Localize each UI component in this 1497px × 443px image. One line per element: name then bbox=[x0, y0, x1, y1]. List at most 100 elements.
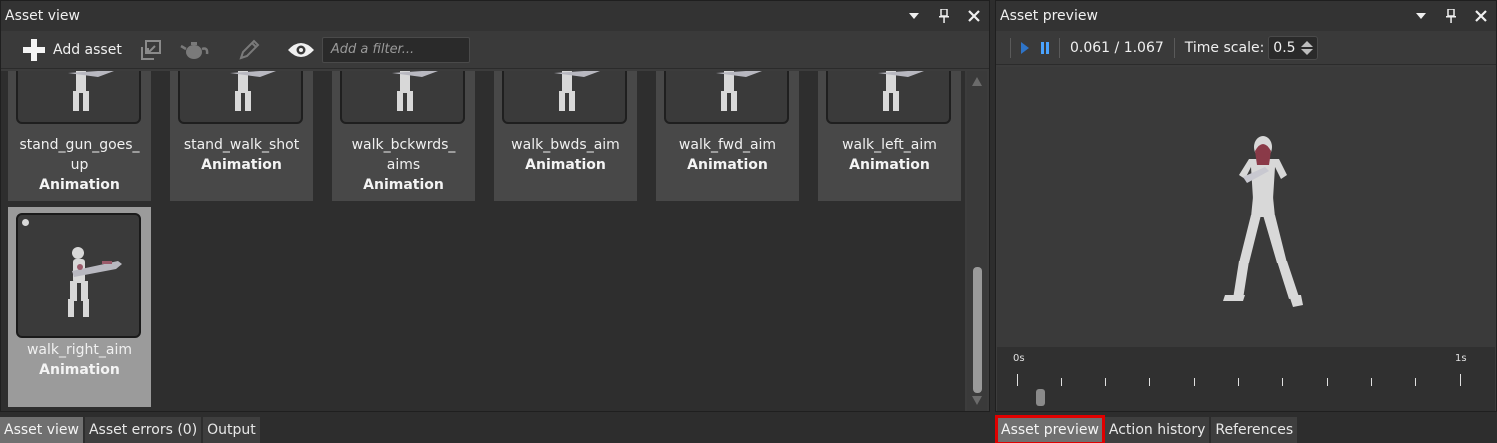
asset-name: walk_left_aim bbox=[842, 137, 937, 153]
timeline-tick bbox=[1061, 378, 1062, 386]
asset-type: Animation bbox=[39, 177, 120, 193]
add-asset-label: Add asset bbox=[53, 41, 122, 58]
scroll-down-arrow-icon[interactable] bbox=[972, 396, 982, 405]
asset-name: walk_fwd_aim bbox=[678, 137, 777, 153]
tab-action-history[interactable]: Action history bbox=[1104, 417, 1210, 443]
separator bbox=[1010, 37, 1011, 58]
character-figure-icon bbox=[878, 71, 924, 111]
character-model-icon bbox=[1223, 136, 1303, 307]
asset-thumbnail bbox=[664, 71, 789, 124]
asset-grid-scrollbar[interactable] bbox=[967, 71, 987, 411]
asset-thumbnail bbox=[826, 71, 951, 124]
tab-asset-view[interactable]: Asset view bbox=[0, 417, 83, 443]
timeline-tick bbox=[1415, 378, 1416, 386]
pause-icon[interactable] bbox=[1041, 41, 1049, 54]
timeline-tick bbox=[1194, 378, 1195, 386]
asset-card[interactable]: walk_fwd_aim Animation bbox=[656, 71, 799, 201]
asset-type: Animation bbox=[39, 362, 120, 378]
play-icon[interactable] bbox=[1021, 41, 1029, 54]
asset-view-titlebar: Asset view bbox=[1, 1, 989, 31]
asset-thumbnail bbox=[16, 71, 141, 124]
asset-grid: stand_gun_goes_ up Animation stand_walk_… bbox=[1, 71, 965, 411]
asset-thumbnail bbox=[340, 71, 465, 124]
character-figure-icon bbox=[554, 71, 600, 111]
asset-type: Animation bbox=[201, 157, 282, 173]
tab-asset-preview[interactable]: Asset preview bbox=[995, 415, 1105, 443]
preview-viewport[interactable] bbox=[997, 67, 1495, 347]
asset-type: Animation bbox=[849, 157, 930, 173]
asset-preview-title: Asset preview bbox=[1000, 8, 1098, 24]
import-icon[interactable] bbox=[136, 35, 166, 65]
playback-toolbar: 0.061 / 1.067 Time scale: 0.5 bbox=[996, 31, 1496, 65]
tab-asset-errors[interactable]: Asset errors (0) bbox=[84, 417, 202, 443]
filter-input[interactable]: Add a filter... bbox=[321, 36, 470, 63]
asset-card[interactable]: walk_left_aim Animation bbox=[818, 71, 961, 201]
tab-output[interactable]: Output bbox=[203, 417, 260, 443]
asset-preview-titlebar: Asset preview bbox=[996, 1, 1496, 31]
asset-view-tabbar: Asset view Asset errors (0) Output bbox=[0, 413, 262, 443]
timeline-end-label: 1s bbox=[1455, 353, 1467, 364]
asset-view-title: Asset view bbox=[5, 8, 80, 24]
asset-preview-tabbar: Asset preview Action history References bbox=[995, 413, 1299, 443]
character-figure-icon bbox=[392, 71, 438, 111]
asset-type: Animation bbox=[525, 157, 606, 173]
playback-time: 0.061 / 1.067 bbox=[1070, 39, 1164, 56]
timeline-tick bbox=[1282, 378, 1283, 386]
timeline-tick bbox=[1371, 378, 1372, 386]
stepper-down-arrow-icon[interactable] bbox=[1301, 48, 1314, 55]
asset-card[interactable]: walk_bwds_aim Animation bbox=[494, 71, 637, 201]
panel-menu-chevron-down-icon[interactable] bbox=[1406, 1, 1436, 31]
timeline-start-label: 0s bbox=[1013, 353, 1025, 364]
asset-type: Animation bbox=[687, 157, 768, 173]
scroll-up-arrow-icon[interactable] bbox=[972, 77, 982, 86]
character-figure-icon bbox=[716, 71, 762, 111]
asset-thumbnail bbox=[502, 71, 627, 124]
timeline-tick bbox=[1105, 378, 1106, 386]
teapot-icon[interactable] bbox=[180, 35, 210, 65]
asset-name-line-2: up bbox=[70, 157, 89, 173]
timeline-tick bbox=[1238, 378, 1239, 386]
asset-view-toolbar: Add asset Add a filter... bbox=[1, 31, 989, 69]
asset-name: walk_right_aim bbox=[26, 342, 133, 358]
asset-thumbnail bbox=[16, 213, 141, 338]
character-figure-icon bbox=[68, 247, 122, 317]
timeline[interactable]: 0s 1s bbox=[997, 347, 1495, 411]
scrollbar-thumb[interactable] bbox=[973, 267, 982, 393]
add-asset-button[interactable]: Add asset bbox=[23, 35, 122, 65]
stepper-up-arrow-icon[interactable] bbox=[1301, 40, 1314, 47]
separator bbox=[1173, 37, 1175, 58]
panel-menu-chevron-down-icon[interactable] bbox=[899, 1, 929, 31]
tab-references[interactable]: References bbox=[1211, 417, 1298, 443]
asset-card[interactable]: stand_gun_goes_ up Animation bbox=[8, 71, 151, 201]
asset-type: Animation bbox=[363, 177, 444, 193]
pin-icon[interactable] bbox=[1436, 1, 1466, 31]
asset-card[interactable]: walk_bckwrds_ aims Animation bbox=[332, 71, 475, 201]
timeline-tick bbox=[1327, 378, 1328, 386]
asset-name: walk_bckwrds_ bbox=[351, 137, 456, 153]
time-scale-stepper[interactable]: 0.5 bbox=[1268, 35, 1319, 60]
time-scale-label: Time scale: bbox=[1184, 39, 1265, 56]
asset-card-selected[interactable]: walk_right_aim Animation bbox=[8, 207, 151, 407]
asset-name: stand_walk_shot bbox=[183, 137, 300, 153]
asset-view-panel: Asset view Add asset Add a filter... sta… bbox=[0, 0, 990, 412]
timeline-tick bbox=[1460, 374, 1461, 386]
character-figure-icon bbox=[68, 71, 114, 111]
asset-name: stand_gun_goes_ bbox=[19, 137, 140, 153]
asset-name: walk_bwds_aim bbox=[511, 137, 620, 153]
separator bbox=[1059, 37, 1060, 58]
asset-name-line-2: aims bbox=[386, 157, 421, 173]
timeline-tick bbox=[1149, 378, 1150, 386]
eye-icon[interactable] bbox=[286, 35, 316, 65]
pin-icon[interactable] bbox=[929, 1, 959, 31]
character-figure-icon bbox=[230, 71, 276, 111]
close-icon[interactable] bbox=[1466, 1, 1496, 31]
asset-preview-panel: Asset preview 0.061 / 1.067 Time scale: … bbox=[995, 0, 1497, 412]
plus-icon bbox=[23, 38, 45, 61]
close-icon[interactable] bbox=[959, 1, 989, 31]
status-dot-icon bbox=[22, 219, 29, 226]
timeline-scrubber[interactable] bbox=[1036, 389, 1045, 406]
pencil-icon[interactable] bbox=[234, 35, 264, 65]
timeline-tick bbox=[1017, 374, 1018, 386]
asset-card[interactable]: stand_walk_shot Animation bbox=[170, 71, 313, 201]
asset-thumbnail bbox=[178, 71, 303, 124]
